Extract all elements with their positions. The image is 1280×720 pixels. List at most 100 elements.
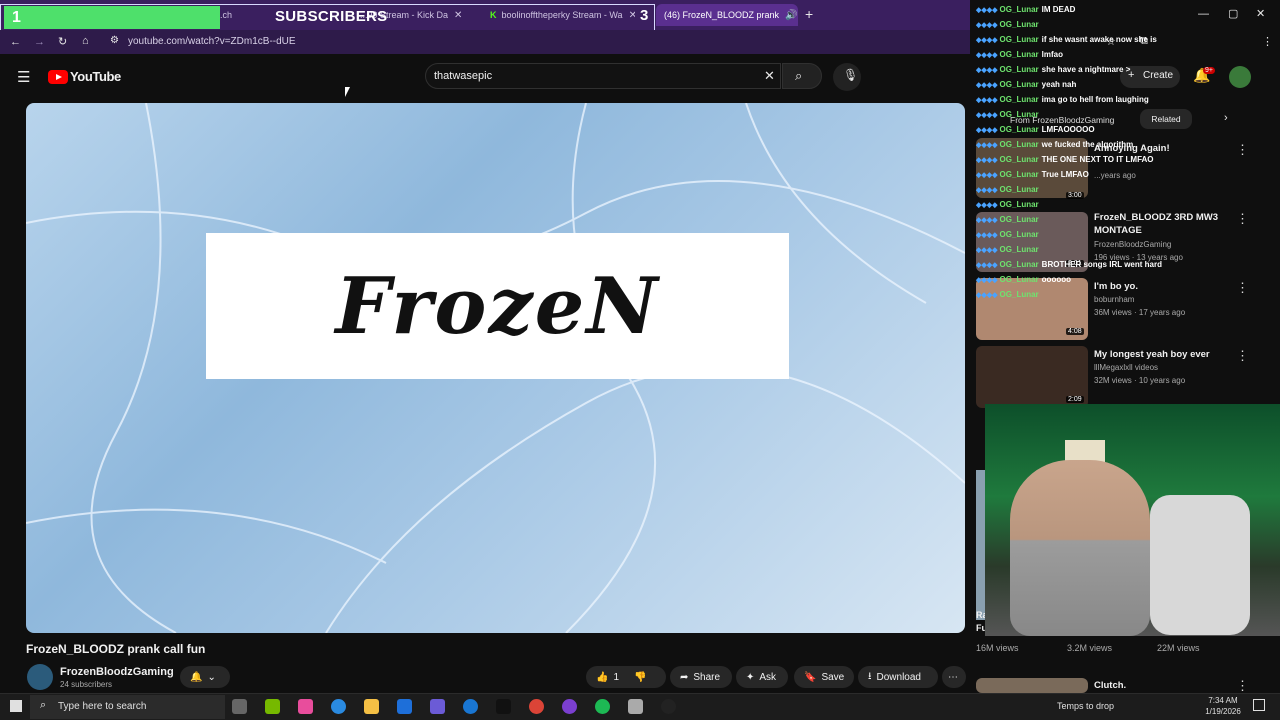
more-actions-button[interactable]: ⋯ — [942, 666, 966, 688]
store-icon[interactable] — [397, 699, 412, 714]
rec-channel[interactable]: FrozenBloodzGaming — [1094, 240, 1171, 249]
chat-username: OG_Lunar — [999, 80, 1039, 89]
rec-thumbnail[interactable] — [976, 678, 1088, 693]
home-icon[interactable]: ⌂ — [82, 35, 89, 47]
channel-avatar[interactable] — [27, 664, 53, 690]
clock-date: 1/19/2026 — [1205, 707, 1241, 716]
rec-channel[interactable]: boburnham — [1094, 295, 1134, 304]
sparkle-icon: ✦ — [746, 671, 755, 683]
menu-icon[interactable]: ☰ — [17, 68, 30, 86]
short-views: 22M views — [1157, 643, 1200, 653]
rec-meta: ...years ago — [1094, 171, 1136, 180]
download-label: Download — [876, 671, 921, 683]
like-icon[interactable]: 👍 — [596, 672, 608, 683]
bookmark-icon: 🔖 — [804, 671, 817, 683]
taskbar-weather[interactable]: Temps to drop — [1057, 701, 1114, 711]
kebab-icon[interactable]: ⋮ — [1236, 678, 1249, 694]
chat-username: OG_Lunar — [999, 125, 1039, 134]
rec-title[interactable]: Clutch. — [1094, 679, 1224, 692]
chat-badges-icon: ◆◆◆◆ — [976, 247, 998, 254]
reload-icon[interactable]: ↻ — [58, 35, 67, 48]
rec-title[interactable]: FrozeN_BLOODZ 3RD MW3 MONTAGE — [1094, 211, 1224, 237]
chat-message: ◆◆◆◆ OG_Lunar — [976, 290, 1042, 299]
account-avatar[interactable] — [1229, 66, 1251, 88]
ask-button[interactable]: ✦ Ask — [736, 666, 788, 688]
speaker-icon[interactable]: 🔊 — [785, 10, 797, 21]
chat-username: OG_Lunar — [999, 155, 1039, 164]
chat-username: OG_Lunar — [999, 170, 1039, 179]
chat-message: ◆◆◆◆ OG_Lunar yeah nah — [976, 80, 1076, 89]
clear-search-icon[interactable]: ✕ — [764, 68, 775, 84]
chat-text: oooooo — [1041, 275, 1071, 284]
subscription-bell-button[interactable]: 🔔 ⌄ — [180, 666, 230, 688]
app-icon[interactable] — [430, 699, 445, 714]
tiktok-icon[interactable] — [496, 699, 511, 714]
video-title: FrozeN_BLOODZ prank call fun — [26, 642, 206, 656]
app-icon[interactable] — [298, 699, 313, 714]
chevron-right-icon[interactable]: › — [1224, 112, 1228, 124]
taskbar-clock[interactable]: 7:34 AM 1/19/2026 — [1205, 695, 1241, 717]
spotify-icon[interactable] — [595, 699, 610, 714]
rec-title[interactable]: I'm bo yo. — [1094, 280, 1224, 293]
chat-badges-icon: ◆◆◆◆ — [976, 52, 998, 59]
dislike-icon[interactable]: 👎 — [634, 672, 646, 683]
youtube-logo-icon[interactable] — [48, 70, 68, 84]
kebab-icon[interactable]: ⋮ — [1236, 348, 1249, 364]
chat-message: ◆◆◆◆ OG_Lunar if she wasnt awake now she i… — [976, 35, 1157, 44]
forward-icon[interactable]: → — [34, 36, 45, 48]
rec-title[interactable]: My longest yeah boy ever — [1094, 348, 1224, 361]
file-explorer-icon[interactable] — [364, 699, 379, 714]
chip-related[interactable]: Related — [1140, 109, 1192, 129]
kebab-icon[interactable]: ⋮ — [1236, 280, 1249, 296]
edge-icon[interactable] — [331, 699, 346, 714]
tab-active-youtube[interactable]: (46) FrozeN_BLOODZ prank🔊✕ — [656, 4, 798, 26]
chrome-icon[interactable] — [529, 699, 544, 714]
chat-badges-icon: ◆◆◆◆ — [976, 292, 998, 299]
share-button[interactable]: ➦ Share — [670, 666, 732, 688]
close-window-icon[interactable]: ✕ — [1256, 7, 1265, 20]
kebab-icon[interactable]: ⋮ — [1236, 142, 1249, 158]
address-input[interactable]: youtube.com/watch?v=ZDm1cB--dUE — [128, 36, 296, 47]
kebab-icon[interactable]: ⋮ — [1236, 211, 1249, 227]
browser-active-icon[interactable] — [562, 699, 577, 714]
like-count[interactable]: 1 — [613, 672, 619, 683]
app-icon[interactable] — [463, 699, 478, 714]
bell-icon: 🔔 — [190, 671, 203, 683]
chat-badges-icon: ◆◆◆◆ — [976, 82, 998, 89]
chat-message: ◆◆◆◆ OG_Lunar — [976, 200, 1042, 209]
chat-message: ◆◆◆◆ OG_Lunar — [976, 230, 1042, 239]
back-icon[interactable]: ← — [10, 36, 21, 48]
nvidia-icon[interactable] — [265, 699, 280, 714]
chat-message: ◆◆◆◆ OG_Lunar ima go to hell from laughing — [976, 95, 1149, 104]
chat-text: THE ONE NEXT TO IT LMFAO — [1041, 155, 1154, 164]
search-input[interactable]: thatwasepic — [434, 70, 492, 82]
rec-channel[interactable]: lllMegaxlxll videos — [1094, 363, 1158, 372]
minimize-icon[interactable]: — — [1198, 8, 1209, 20]
ask-label: Ask — [759, 671, 777, 683]
task-view-icon[interactable] — [232, 699, 247, 714]
chat-message: ◆◆◆◆ OG_Lunar IM DEAD — [976, 5, 1075, 14]
chat-username: OG_Lunar — [999, 200, 1039, 209]
site-info-icon[interactable]: ⚙ — [110, 35, 119, 46]
download-button[interactable]: ⭳ Download — [858, 666, 938, 688]
chat-message: ◆◆◆◆ OG_Lunar — [976, 110, 1042, 119]
windows-start-icon[interactable] — [10, 700, 22, 712]
chevron-down-icon: ⌄ — [207, 671, 216, 683]
obs-icon[interactable] — [661, 699, 676, 714]
save-button[interactable]: 🔖 Save — [794, 666, 854, 688]
chat-text: if she wasnt awake now she is — [1041, 35, 1157, 44]
webcam-gaming-chair — [1150, 495, 1250, 635]
chat-text: we fucked the algorithm — [1041, 140, 1134, 149]
chat-username: OG_Lunar — [999, 275, 1039, 284]
browser-menu-icon[interactable]: ⋮ — [1262, 35, 1273, 48]
notification-center-icon[interactable] — [1253, 699, 1265, 711]
youtube-logo-text[interactable]: YouTube — [70, 69, 121, 84]
taskbar-search-placeholder[interactable]: Type here to search — [58, 701, 146, 712]
new-tab-icon[interactable]: + — [805, 6, 813, 22]
channel-name[interactable]: FrozenBloodzGaming — [60, 666, 174, 678]
chat-badges-icon: ◆◆◆◆ — [976, 7, 998, 14]
chat-text: IM DEAD — [1041, 5, 1076, 14]
app-icon[interactable] — [628, 699, 643, 714]
maximize-icon[interactable]: ▢ — [1228, 7, 1238, 20]
chat-badges-icon: ◆◆◆◆ — [976, 142, 998, 149]
